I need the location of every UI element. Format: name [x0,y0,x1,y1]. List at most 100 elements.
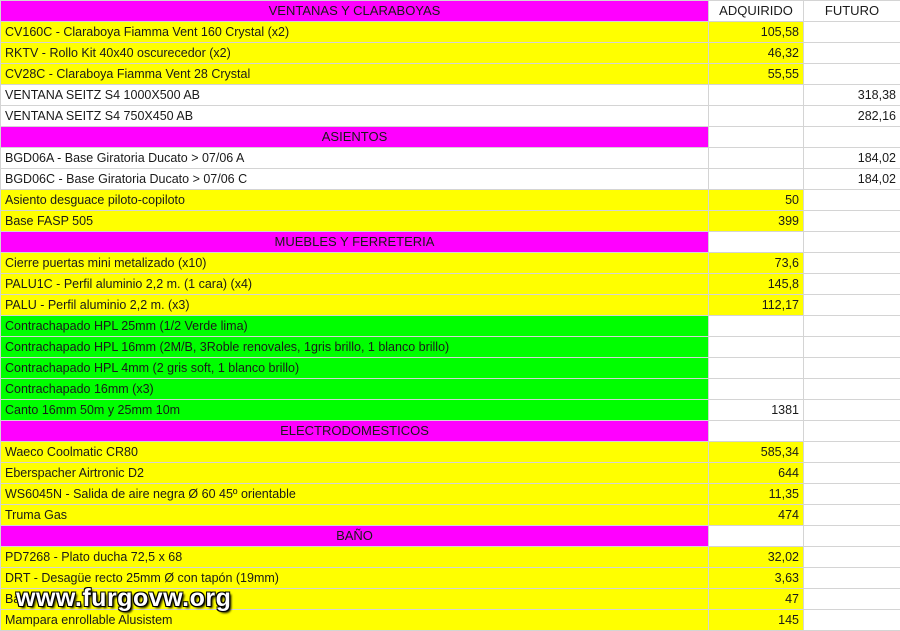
adquirido-cell[interactable] [709,358,804,379]
item-description-cell[interactable]: CV28C - Claraboya Fiamma Vent 28 Crystal [1,64,709,85]
item-description-cell[interactable]: RKTV - Rollo Kit 40x40 oscurecedor (x2) [1,43,709,64]
item-description-cell[interactable]: Asiento desguace piloto-copiloto [1,190,709,211]
futuro-cell[interactable] [804,316,900,337]
adquirido-cell[interactable] [709,337,804,358]
adquirido-cell[interactable] [709,148,804,169]
item-description-cell[interactable]: Waeco Coolmatic CR80 [1,442,709,463]
futuro-cell[interactable] [804,379,900,400]
table-row: Ba47 [1,589,900,610]
item-description-cell[interactable]: PALU - Perfil aluminio 2,2 m. (x3) [1,295,709,316]
adquirido-cell[interactable] [709,85,804,106]
table-row: PD7268 - Plato ducha 72,5 x 6832,02 [1,547,900,568]
empty-cell[interactable] [804,232,900,253]
adquirido-cell[interactable]: 474 [709,505,804,526]
item-description-cell[interactable]: Contrachapado HPL 4mm (2 gris soft, 1 bl… [1,358,709,379]
futuro-cell[interactable] [804,589,900,610]
futuro-cell[interactable] [804,442,900,463]
adquirido-cell[interactable]: 46,32 [709,43,804,64]
section-header-cell[interactable]: MUEBLES Y FERRETERIA [1,232,709,253]
adquirido-cell[interactable]: 1381 [709,400,804,421]
futuro-cell[interactable] [804,64,900,85]
empty-cell[interactable] [709,232,804,253]
adquirido-cell[interactable]: 145,8 [709,274,804,295]
adquirido-cell[interactable]: 47 [709,589,804,610]
item-description-cell[interactable]: PD7268 - Plato ducha 72,5 x 68 [1,547,709,568]
table-row: Contrachapado 16mm (x3) [1,379,900,400]
adquirido-cell[interactable]: 112,17 [709,295,804,316]
futuro-cell[interactable]: 318,38 [804,85,900,106]
item-description-cell[interactable]: Eberspacher Airtronic D2 [1,463,709,484]
table-row: PALU1C - Perfil aluminio 2,2 m. (1 cara)… [1,274,900,295]
futuro-cell[interactable] [804,505,900,526]
item-description-cell[interactable]: Contrachapado 16mm (x3) [1,379,709,400]
item-description-cell[interactable]: Canto 16mm 50m y 25mm 10m [1,400,709,421]
adquirido-cell[interactable]: 55,55 [709,64,804,85]
futuro-cell[interactable] [804,190,900,211]
empty-cell[interactable] [804,127,900,148]
item-description-cell[interactable]: VENTANA SEITZ S4 1000X500 AB [1,85,709,106]
item-description-cell[interactable]: Base FASP 505 [1,211,709,232]
item-description-cell[interactable]: Ba [1,589,709,610]
item-description-cell[interactable]: WS6045N - Salida de aire negra Ø 60 45º … [1,484,709,505]
section-header-row: MUEBLES Y FERRETERIA [1,232,900,253]
empty-cell[interactable] [709,127,804,148]
empty-cell[interactable] [709,421,804,442]
futuro-cell[interactable] [804,295,900,316]
futuro-cell[interactable] [804,274,900,295]
section-header-cell[interactable]: ELECTRODOMESTICOS [1,421,709,442]
futuro-cell[interactable] [804,337,900,358]
item-description-cell[interactable]: DRT - Desagüe recto 25mm Ø con tapón (19… [1,568,709,589]
section-header-cell[interactable]: BAÑO [1,526,709,547]
item-description-cell[interactable]: PALU1C - Perfil aluminio 2,2 m. (1 cara)… [1,274,709,295]
futuro-cell[interactable] [804,463,900,484]
futuro-cell[interactable] [804,43,900,64]
adquirido-cell[interactable]: 644 [709,463,804,484]
futuro-cell[interactable]: 184,02 [804,148,900,169]
adquirido-cell[interactable]: 105,58 [709,22,804,43]
futuro-cell[interactable] [804,547,900,568]
column-header-futuro[interactable]: FUTURO [804,1,900,22]
adquirido-cell[interactable] [709,169,804,190]
adquirido-cell[interactable]: 145 [709,610,804,631]
adquirido-cell[interactable]: 11,35 [709,484,804,505]
table-row: BGD06A - Base Giratoria Ducato > 07/06 A… [1,148,900,169]
futuro-cell[interactable] [804,22,900,43]
item-description-cell[interactable]: Truma Gas [1,505,709,526]
adquirido-cell[interactable]: 585,34 [709,442,804,463]
column-header-adquirido[interactable]: ADQUIRIDO [709,1,804,22]
item-description-cell[interactable]: BGD06A - Base Giratoria Ducato > 07/06 A [1,148,709,169]
adquirido-cell[interactable]: 32,02 [709,547,804,568]
futuro-cell[interactable] [804,484,900,505]
empty-cell[interactable] [709,526,804,547]
adquirido-cell[interactable]: 399 [709,211,804,232]
item-description-cell[interactable]: Mampara enrollable Alusistem [1,610,709,631]
adquirido-cell[interactable] [709,316,804,337]
item-description-cell[interactable]: Cierre puertas mini metalizado (x10) [1,253,709,274]
futuro-cell[interactable]: 184,02 [804,169,900,190]
section-header-cell[interactable]: VENTANAS Y CLARABOYAS [1,1,709,22]
adquirido-cell[interactable] [709,106,804,127]
empty-cell[interactable] [804,526,900,547]
item-description-cell[interactable]: Contrachapado HPL 25mm (1/2 Verde lima) [1,316,709,337]
futuro-cell[interactable] [804,568,900,589]
futuro-cell[interactable] [804,253,900,274]
futuro-cell[interactable]: 282,16 [804,106,900,127]
futuro-cell[interactable] [804,610,900,631]
item-description-cell[interactable]: CV160C - Claraboya Fiamma Vent 160 Cryst… [1,22,709,43]
adquirido-cell[interactable]: 50 [709,190,804,211]
table-row: Mampara enrollable Alusistem145 [1,610,900,631]
table-row: CV160C - Claraboya Fiamma Vent 160 Cryst… [1,22,900,43]
item-description-cell[interactable]: VENTANA SEITZ S4 750X450 AB [1,106,709,127]
adquirido-cell[interactable]: 3,63 [709,568,804,589]
futuro-cell[interactable] [804,211,900,232]
section-header-cell[interactable]: ASIENTOS [1,127,709,148]
futuro-cell[interactable] [804,358,900,379]
item-description-cell[interactable]: Contrachapado HPL 16mm (2M/B, 3Roble ren… [1,337,709,358]
futuro-cell[interactable] [804,400,900,421]
adquirido-cell[interactable] [709,379,804,400]
section-header-row: ELECTRODOMESTICOS [1,421,900,442]
item-description-cell[interactable]: BGD06C - Base Giratoria Ducato > 07/06 C [1,169,709,190]
table-row: Contrachapado HPL 25mm (1/2 Verde lima) [1,316,900,337]
empty-cell[interactable] [804,421,900,442]
adquirido-cell[interactable]: 73,6 [709,253,804,274]
